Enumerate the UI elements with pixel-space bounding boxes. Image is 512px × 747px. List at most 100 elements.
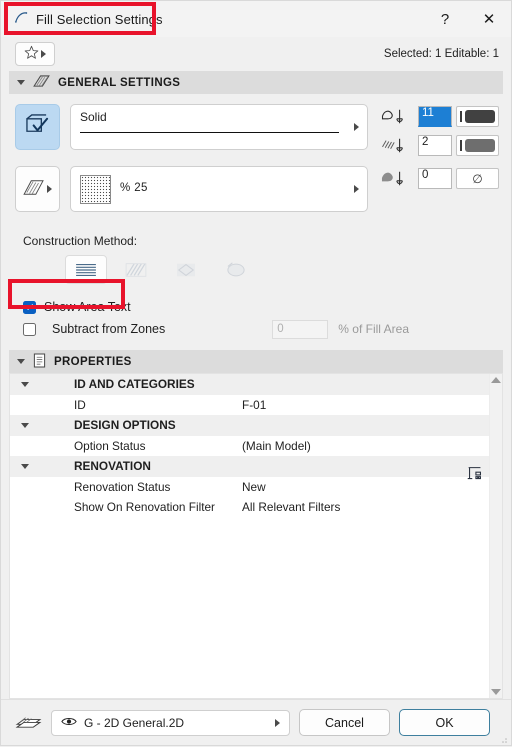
fill-area-percent-label: % of Fill Area [338, 322, 409, 336]
general-settings-icon [33, 74, 50, 91]
layer-combo[interactable]: G - 2D General.2D [51, 709, 290, 736]
general-settings-header[interactable]: GENERAL SETTINGS [9, 71, 503, 94]
group-toggle[interactable] [10, 422, 40, 428]
property-name: Option Status [74, 438, 146, 453]
fill-pattern-label: % 25 [120, 182, 148, 194]
general-settings-body: Solid 11 2 % 25 0 ∅ [1, 94, 511, 212]
chevron-right-icon [354, 185, 359, 193]
fill-pen-row: 2 [378, 135, 499, 156]
subtract-from-zones-checkbox[interactable] [23, 322, 36, 336]
properties-group-row[interactable]: DESIGN OPTIONS [10, 415, 489, 436]
checkbox-section: Show Area Text Subtract from Zones 0 % o… [1, 284, 511, 340]
properties-scrollbar[interactable] [489, 374, 502, 698]
fill-area-percent-input[interactable]: 0 [272, 319, 329, 339]
properties-header[interactable]: PROPERTIES [9, 350, 503, 373]
fill-pattern-category-button[interactable] [15, 166, 60, 212]
solid-line-preview [80, 132, 339, 133]
help-icon: ? [440, 10, 450, 28]
fill-pattern-swatch [80, 175, 111, 204]
construction-method-radial[interactable] [165, 255, 207, 284]
close-icon: ✕ [482, 11, 496, 28]
construction-method-label: Construction Method: [23, 234, 138, 248]
pen-color-chip [465, 139, 495, 152]
contour-pen-row: 11 [378, 106, 499, 127]
fill-pen-swatch[interactable] [456, 135, 499, 156]
fill-tool-icon [14, 10, 29, 28]
layers-icon [15, 711, 42, 734]
favorites-button[interactable] [15, 42, 55, 66]
fill-type-combo[interactable]: Solid [70, 104, 368, 150]
ok-button[interactable]: OK [399, 709, 490, 736]
contour-pen-input[interactable]: 11 [418, 106, 452, 127]
bottom-bar: G - 2D General.2D Cancel OK [1, 699, 511, 745]
renovation-status-marker-icon [465, 464, 485, 487]
help-button[interactable]: ? [423, 1, 467, 37]
construction-method-distorted[interactable] [215, 255, 257, 284]
construction-method-options [23, 255, 511, 284]
chevron-right-icon [41, 50, 46, 58]
chevron-down-icon [17, 359, 25, 364]
favorites-row: Selected: 1 Editable: 1 [1, 37, 511, 71]
linear-fill-icon [76, 263, 96, 276]
fill-type-row: Solid 11 2 [15, 104, 499, 156]
property-group-name: ID AND CATEGORIES [74, 377, 195, 392]
radial-fill-icon [177, 263, 195, 276]
pen-column-bottom: 0 ∅ [378, 166, 499, 189]
group-toggle[interactable] [10, 463, 40, 469]
construction-method-linear[interactable] [65, 255, 107, 284]
construction-method-section: Construction Method: [1, 212, 511, 284]
resize-grip[interactable] [498, 733, 508, 743]
fill-area-percent-group: 0 % of Fill Area [272, 319, 499, 339]
background-pen-swatch[interactable]: ∅ [456, 168, 499, 189]
close-button[interactable]: ✕ [467, 1, 511, 37]
group-toggle[interactable] [10, 381, 40, 387]
property-value: All Relevant Filters [242, 500, 341, 515]
background-pen-row: 0 ∅ [378, 168, 499, 189]
subtract-from-zones-row: Subtract from Zones 0 % of Fill Area [23, 318, 511, 340]
properties-title: PROPERTIES [54, 355, 132, 368]
show-area-text-label: Show Area Text [44, 300, 131, 314]
eye-icon [61, 716, 77, 730]
property-value: F-01 [242, 397, 267, 412]
table-row[interactable]: Option Status (Main Model) [10, 435, 489, 456]
pen-column-top: 11 2 [378, 104, 499, 156]
property-group-name: DESIGN OPTIONS [74, 418, 176, 433]
fill-category-button[interactable] [15, 104, 60, 150]
properties-group-row[interactable]: RENOVATION [10, 456, 489, 477]
property-name: Show On Renovation Filter [74, 500, 215, 515]
fill-pattern-row: % 25 0 ∅ [15, 166, 499, 212]
construction-method-directional[interactable] [115, 255, 157, 284]
property-group-name: RENOVATION [74, 459, 151, 474]
transparent-icon: ∅ [472, 171, 483, 186]
cancel-button[interactable]: Cancel [299, 709, 390, 736]
properties-icon [33, 352, 46, 371]
chevron-down-icon [21, 422, 29, 428]
chevron-right-icon [275, 718, 280, 727]
title-bar-left: Fill Selection Settings [1, 10, 163, 28]
background-pen-icon [378, 169, 414, 189]
table-row[interactable]: Renovation Status New [10, 476, 489, 497]
fill-check-icon [25, 114, 50, 140]
directional-fill-icon [125, 262, 147, 277]
show-area-text-row[interactable]: Show Area Text [23, 296, 511, 318]
title-bar-buttons: ? ✕ [423, 1, 511, 37]
chevron-down-icon [21, 463, 29, 469]
table-row[interactable]: Show On Renovation Filter All Relevant F… [10, 497, 489, 518]
pen-color-chip [465, 110, 495, 123]
properties-group-row[interactable]: ID AND CATEGORIES [10, 374, 489, 395]
property-value: New [242, 479, 266, 494]
pen-weight-tick [460, 140, 462, 151]
scroll-down-arrow-icon[interactable] [491, 689, 501, 695]
properties-body: ID AND CATEGORIES ID F-01 DESIGN OPTIONS… [9, 373, 503, 699]
table-row[interactable]: ID F-01 [10, 394, 489, 415]
distorted-fill-icon [227, 261, 245, 276]
contour-pen-swatch[interactable] [456, 106, 499, 127]
fill-pattern-combo[interactable]: % 25 [70, 166, 368, 212]
scroll-up-arrow-icon[interactable] [491, 377, 501, 383]
chevron-down-icon [21, 381, 29, 387]
fill-selection-settings-dialog: Fill Selection Settings ? ✕ Selected: 1 … [0, 0, 512, 746]
fill-pen-input[interactable]: 2 [418, 135, 452, 156]
chevron-down-icon [17, 80, 25, 85]
show-area-text-checkbox[interactable] [23, 300, 36, 314]
background-pen-input[interactable]: 0 [418, 168, 452, 189]
